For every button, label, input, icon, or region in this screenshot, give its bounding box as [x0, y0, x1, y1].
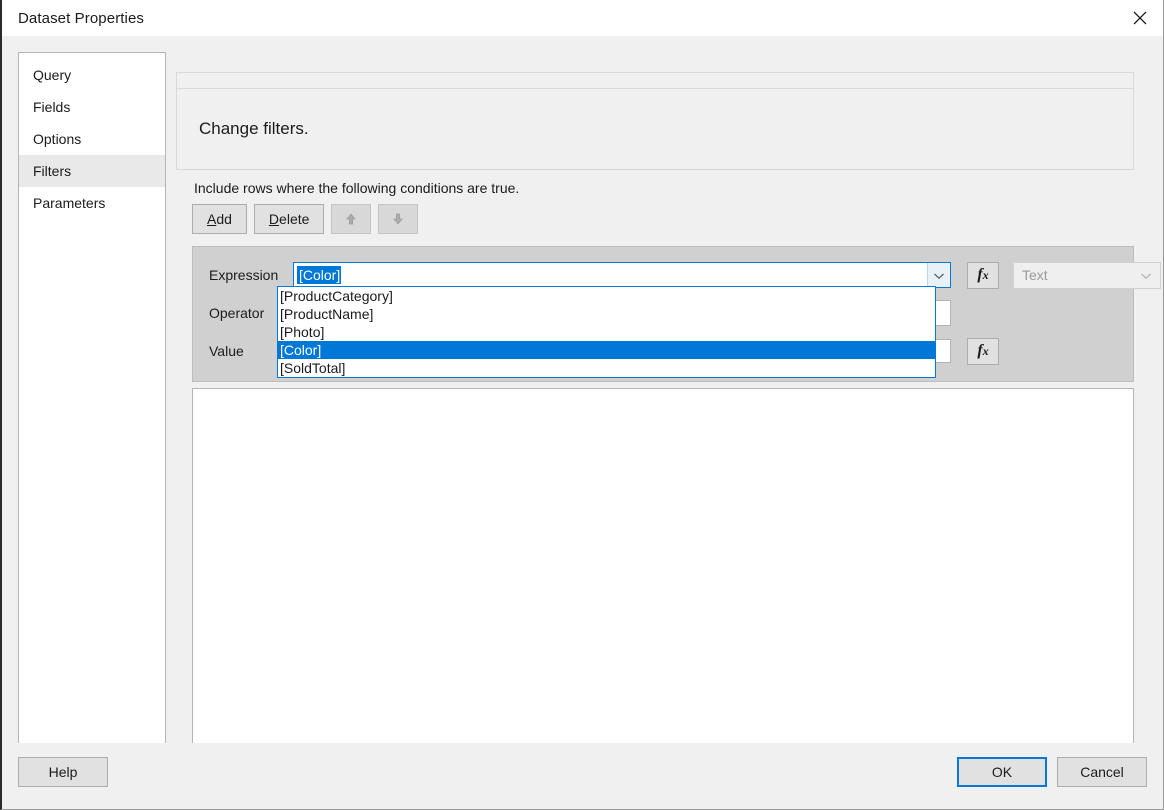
sidebar-item-filters[interactable]: Filters [19, 155, 165, 187]
sidebar-nav: Query Fields Options Filters Parameters [18, 52, 166, 748]
pane-header: Change filters. [176, 88, 1134, 170]
dropdown-item-productname[interactable]: [ProductName] [278, 305, 935, 323]
dropdown-item-productcategory[interactable]: [ProductCategory] [278, 287, 935, 305]
fx-icon: fx [977, 266, 988, 284]
type-combobox-value: Text [1022, 267, 1048, 283]
title-bar: Dataset Properties [2, 0, 1163, 36]
add-button-rest: dd [216, 211, 232, 227]
fx-icon: fx [977, 342, 988, 360]
dropdown-item-photo[interactable]: [Photo] [278, 323, 935, 341]
expression-dropdown-list[interactable]: [ProductCategory] [ProductName] [Photo] … [277, 286, 936, 378]
arrow-up-icon [343, 211, 359, 227]
add-button-accel: A [207, 211, 216, 227]
expression-dropdown-toggle[interactable] [927, 263, 950, 287]
filter-toolbar: Add Delete [192, 204, 418, 234]
value-fx-button[interactable]: fx [967, 338, 999, 365]
expression-input-value: [Color] [297, 266, 341, 284]
chevron-down-icon [1140, 267, 1152, 283]
expression-row: Expression [Color] fx [193, 261, 1161, 289]
chevron-down-icon [933, 267, 945, 283]
ok-button[interactable]: OK [957, 757, 1047, 787]
instruction-text: Include rows where the following conditi… [194, 180, 519, 196]
sidebar-item-query[interactable]: Query [19, 59, 165, 91]
content-pane: Change filters. Include rows where the f… [176, 52, 1134, 764]
cancel-button[interactable]: Cancel [1057, 757, 1147, 787]
expression-combobox[interactable]: [Color] [293, 262, 951, 288]
help-button[interactable]: Help [18, 757, 108, 787]
type-combobox[interactable]: Text [1013, 262, 1161, 289]
move-up-button[interactable] [331, 204, 371, 234]
page-title: Change filters. [199, 119, 309, 139]
window-title: Dataset Properties [18, 10, 144, 27]
delete-button-rest: elete [279, 211, 309, 227]
pane-header-strip [176, 72, 1134, 88]
delete-button[interactable]: Delete [254, 204, 324, 234]
dataset-properties-dialog: Dataset Properties Query Fields Options … [0, 0, 1164, 810]
filter-list-area [192, 388, 1134, 764]
dialog-footer: Help OK Cancel [2, 743, 1163, 809]
move-down-button[interactable] [378, 204, 418, 234]
dropdown-item-color[interactable]: [Color] [278, 341, 935, 359]
expression-fx-button[interactable]: fx [967, 262, 999, 289]
expression-label: Expression [209, 267, 293, 283]
dialog-body: Query Fields Options Filters Parameters … [2, 36, 1163, 743]
delete-button-accel: D [269, 211, 279, 227]
sidebar-item-parameters[interactable]: Parameters [19, 187, 165, 219]
dropdown-item-soldtotal[interactable]: [SoldTotal] [278, 359, 935, 377]
add-button[interactable]: Add [192, 204, 247, 234]
arrow-down-icon [390, 211, 406, 227]
close-button[interactable] [1117, 0, 1163, 36]
sidebar-item-fields[interactable]: Fields [19, 91, 165, 123]
close-icon [1133, 11, 1147, 25]
sidebar-item-options[interactable]: Options [19, 123, 165, 155]
